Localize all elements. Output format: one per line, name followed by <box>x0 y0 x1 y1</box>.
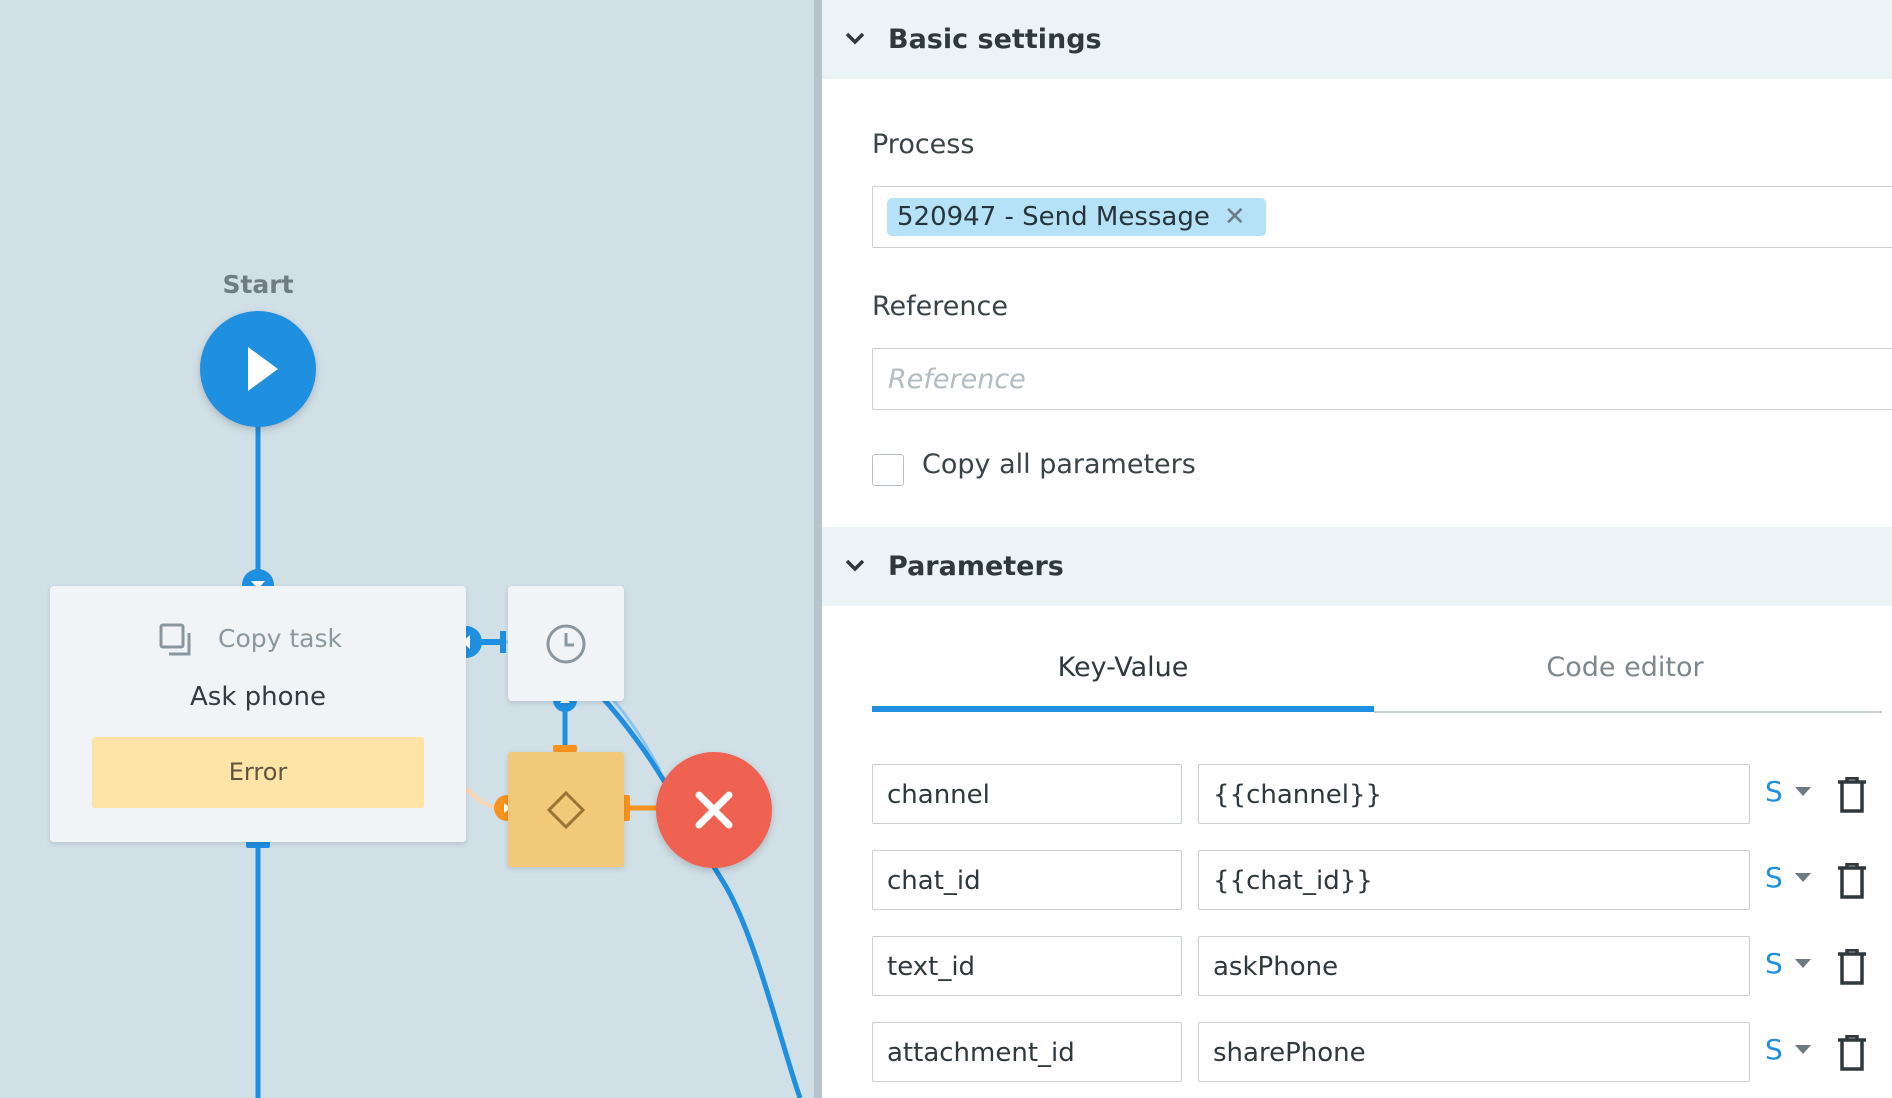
tab-active-indicator <box>872 706 1374 712</box>
param-type-select[interactable]: S <box>1765 1022 1783 1078</box>
param-value-input[interactable]: {{chat_id}} <box>1198 850 1750 910</box>
tab-underline <box>1374 711 1882 713</box>
trash-icon[interactable] <box>1836 777 1868 813</box>
param-row: text_id askPhone S <box>822 936 1892 998</box>
param-value-input[interactable]: askPhone <box>1198 936 1750 996</box>
trash-icon[interactable] <box>1836 863 1868 899</box>
caret-down-icon[interactable] <box>1795 959 1811 968</box>
parameters-header[interactable]: Parameters <box>822 527 1892 606</box>
param-row: chat_id {{chat_id}} S <box>822 850 1892 912</box>
copy-icon <box>159 623 191 656</box>
param-key-input[interactable]: chat_id <box>872 850 1182 910</box>
task-node-ask-phone[interactable]: Copy task Ask phone Error <box>50 586 466 842</box>
process-chip-label: 520947 - Send Message <box>897 202 1210 232</box>
copy-all-label[interactable]: Copy all parameters <box>922 449 1196 480</box>
start-label: Start <box>222 270 294 299</box>
trash-icon[interactable] <box>1836 1035 1868 1071</box>
param-value-input[interactable]: {{channel}} <box>1198 764 1750 824</box>
param-type-select[interactable]: S <box>1765 936 1783 992</box>
close-icon <box>695 791 733 829</box>
panel-resize-handle[interactable] <box>814 0 822 1098</box>
reference-field <box>872 348 1892 410</box>
process-canvas[interactable]: Start Copy task Ask phone Error <box>0 0 818 1098</box>
basic-settings-header[interactable]: Basic settings <box>822 0 1892 79</box>
task-type-label: Copy task <box>218 624 342 653</box>
param-value-input[interactable]: sharePhone <box>1198 1022 1750 1082</box>
diamond-icon <box>546 790 586 830</box>
caret-down-icon[interactable] <box>1795 787 1811 796</box>
task-name: Ask phone <box>189 682 327 712</box>
reference-input[interactable] <box>874 350 1892 408</box>
timer-left-connector <box>480 639 502 645</box>
play-icon <box>248 347 278 391</box>
param-key-input[interactable]: attachment_id <box>872 1022 1182 1082</box>
reference-label: Reference <box>872 291 1008 322</box>
process-chip: 520947 - Send Message ✕ <box>887 198 1266 236</box>
parameters-title: Parameters <box>888 551 1064 582</box>
param-type-select[interactable]: S <box>1765 764 1783 820</box>
cond-top-port <box>553 745 577 752</box>
start-node[interactable] <box>200 311 316 427</box>
process-select[interactable]: 520947 - Send Message ✕ <box>872 186 1892 248</box>
caret-down-icon[interactable] <box>1795 873 1811 882</box>
param-row: attachment_id sharePhone S <box>822 1022 1892 1084</box>
close-icon[interactable]: ✕ <box>1224 198 1246 236</box>
chevron-down-icon <box>845 559 865 572</box>
timer-node[interactable] <box>508 586 624 701</box>
tab-key-value[interactable]: Key-Value <box>872 652 1374 683</box>
param-key-input[interactable]: text_id <box>872 936 1182 996</box>
caret-down-icon[interactable] <box>1795 1045 1811 1054</box>
settings-panel: Basic settings Process 520947 - Send Mes… <box>822 0 1892 1098</box>
condition-node[interactable] <box>508 752 624 867</box>
param-key-input[interactable]: channel <box>872 764 1182 824</box>
process-label: Process <box>872 129 975 160</box>
trash-icon[interactable] <box>1836 949 1868 985</box>
param-type-select[interactable]: S <box>1765 850 1783 906</box>
error-slot[interactable]: Error <box>92 737 424 808</box>
connection-wires <box>242 425 803 1098</box>
end-node[interactable] <box>656 752 772 868</box>
chevron-down-icon <box>845 32 865 45</box>
copy-all-checkbox[interactable] <box>872 454 904 486</box>
tab-code-editor[interactable]: Code editor <box>1374 652 1876 683</box>
basic-settings-title: Basic settings <box>888 24 1102 55</box>
clock-icon <box>546 624 586 664</box>
param-row: channel {{channel}} S <box>822 764 1892 826</box>
